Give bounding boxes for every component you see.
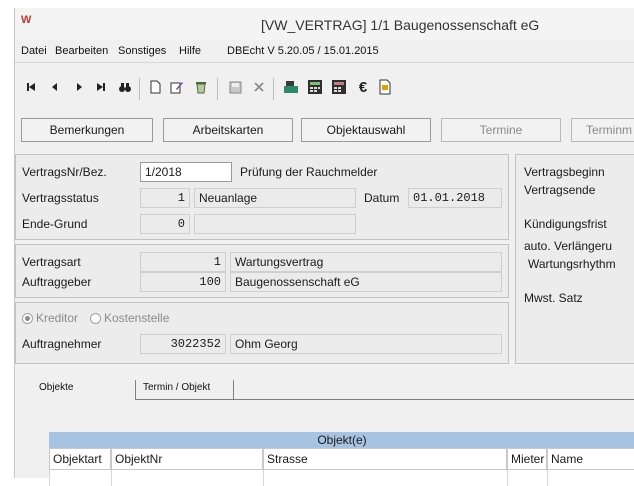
tab-termin-objekt[interactable]: Termin / Objekt: [143, 382, 210, 393]
kreditor-label: Kreditor: [36, 311, 79, 325]
tab-baseline: [135, 399, 634, 400]
ende-grund-code-field[interactable]: 0: [140, 214, 190, 234]
contract-window: W [VW_VERTRAG] 1/1 Baugenossenschaft eG …: [14, 8, 634, 486]
bemerkungen-button[interactable]: Bemerkungen: [21, 118, 153, 142]
vertragsstatus-code-field[interactable]: 1: [140, 188, 190, 208]
cancel-icon[interactable]: [249, 77, 269, 97]
kreditor-radio[interactable]: Kreditor: [22, 311, 78, 325]
tab-divider: [135, 380, 136, 400]
auftraggeber-label: Auftraggeber: [22, 275, 92, 289]
new-document-icon[interactable]: [145, 77, 165, 97]
ende-grund-text-field: [194, 214, 356, 234]
auftraggeber-text-field: Baugenossenschaft eG: [230, 272, 502, 292]
next-record-icon[interactable]: [69, 77, 89, 97]
arbeitskarten-button[interactable]: Arbeitskarten: [163, 118, 293, 142]
vertragsart-label: Vertragsart: [22, 255, 81, 269]
tab-objekte[interactable]: Objekte: [39, 382, 73, 393]
vertragsnr-field[interactable]: 1/2018: [140, 162, 232, 182]
contract-type-panel: Vertragsart 1 Wartungsvertrag Auftraggeb…: [15, 244, 509, 298]
datum-field[interactable]: 01.01.2018: [408, 188, 502, 208]
kostenstelle-label: Kostenstelle: [104, 311, 170, 325]
vertragsart-text-field: Wartungsvertrag: [230, 252, 502, 272]
cash-register-icon[interactable]: [281, 77, 301, 97]
objects-group-header: Objekt(e): [49, 432, 634, 448]
menu-datei[interactable]: Datei: [21, 45, 47, 57]
auto-verlaengerung-label: auto. Verlängeru: [524, 239, 613, 253]
toolbar-separator: [273, 78, 274, 100]
title-bar[interactable]: W [VW_VERTRAG] 1/1 Baugenossenschaft eG: [15, 8, 634, 40]
ende-grund-label: Ende-Grund: [22, 217, 88, 231]
menu-hilfe[interactable]: Hilfe: [179, 45, 201, 57]
vertragsstatus-text-field: Neuanlage: [194, 188, 356, 208]
contract-header-panel: VertragsNr/Bez. 1/2018 Prüfung der Rauch…: [15, 154, 509, 240]
col-strasse[interactable]: Strasse: [263, 448, 507, 470]
calculator-icon[interactable]: [305, 77, 325, 97]
col-mieter[interactable]: Mieter: [507, 448, 547, 470]
vertragsstatus-label: Vertragsstatus: [22, 191, 99, 205]
vertragsnr-label: VertragsNr/Bez.: [22, 165, 107, 179]
kostenstelle-radio[interactable]: Kostenstelle: [90, 311, 169, 325]
col-objektnr[interactable]: ObjektNr: [111, 448, 263, 470]
datum-label: Datum: [364, 191, 400, 205]
auftragnehmer-code-field[interactable]: 3022352: [140, 334, 226, 354]
calculator-alt-icon[interactable]: [329, 77, 349, 97]
table-cell[interactable]: [111, 470, 263, 486]
terminm-button[interactable]: Terminm: [571, 118, 634, 142]
col-objektart[interactable]: Objektart: [49, 448, 111, 470]
toolbar-separator: [217, 78, 218, 100]
binoculars-icon[interactable]: [115, 77, 135, 97]
table-cell[interactable]: [547, 470, 634, 486]
tab-divider: [233, 380, 234, 400]
table-cell[interactable]: [49, 470, 111, 486]
radio-dot: [90, 312, 101, 324]
menu-bearbeiten[interactable]: Bearbeiten: [55, 45, 108, 57]
bezeichnung-text: Prüfung der Rauchmelder: [240, 165, 378, 179]
kuendigungsfrist-label: Kündigungsfrist: [524, 217, 607, 231]
vertragsbeginn-label: Vertragsbeginn: [524, 165, 605, 179]
action-button-row: Bemerkungen Arbeitskarten Objektauswahl …: [15, 114, 634, 150]
vertragsende-label: Vertragsende: [524, 183, 596, 197]
mwst-satz-label: Mwst. Satz: [524, 291, 583, 305]
toolbar: €: [15, 72, 634, 104]
wartungsrhythmus-label: Wartungsrhythm: [528, 257, 616, 271]
delete-icon[interactable]: [191, 77, 211, 97]
window-title: [VW_VERTRAG] 1/1 Baugenossenschaft eG: [261, 17, 540, 33]
objektauswahl-button[interactable]: Objektauswahl: [301, 118, 431, 142]
col-name[interactable]: Name: [547, 448, 634, 470]
auftragnehmer-text-field: Ohm Georg: [230, 334, 502, 354]
auftraggeber-code-field[interactable]: 100: [140, 272, 226, 292]
last-record-icon[interactable]: [91, 77, 111, 97]
export-icon[interactable]: [375, 77, 395, 97]
save-icon[interactable]: [225, 77, 245, 97]
app-icon: W: [21, 14, 32, 26]
first-record-icon[interactable]: [21, 77, 41, 97]
radio-dot: [22, 312, 33, 324]
contract-dates-panel: Vertragsbeginn Vertragsende Kündigungsfr…: [515, 154, 634, 364]
table-cell[interactable]: [263, 470, 507, 486]
vertragsart-code-field[interactable]: 1: [140, 252, 226, 272]
edit-icon[interactable]: [167, 77, 187, 97]
toolbar-separator: [139, 78, 140, 100]
auftragnehmer-label: Auftragnehmer: [22, 337, 102, 351]
contractor-panel: Kreditor Kostenstelle Auftragnehmer 3022…: [15, 302, 509, 364]
version-label: DBEcht V 5.20.05 / 15.01.2015: [227, 45, 379, 57]
previous-record-icon[interactable]: [45, 77, 65, 97]
table-cell[interactable]: [507, 470, 547, 486]
menu-sonstiges[interactable]: Sonstiges: [118, 45, 166, 57]
termine-button[interactable]: Termine: [441, 118, 561, 142]
menu-bar: Datei Bearbeiten Sonstiges Hilfe DBEcht …: [15, 42, 634, 63]
euro-icon[interactable]: €: [353, 77, 373, 97]
